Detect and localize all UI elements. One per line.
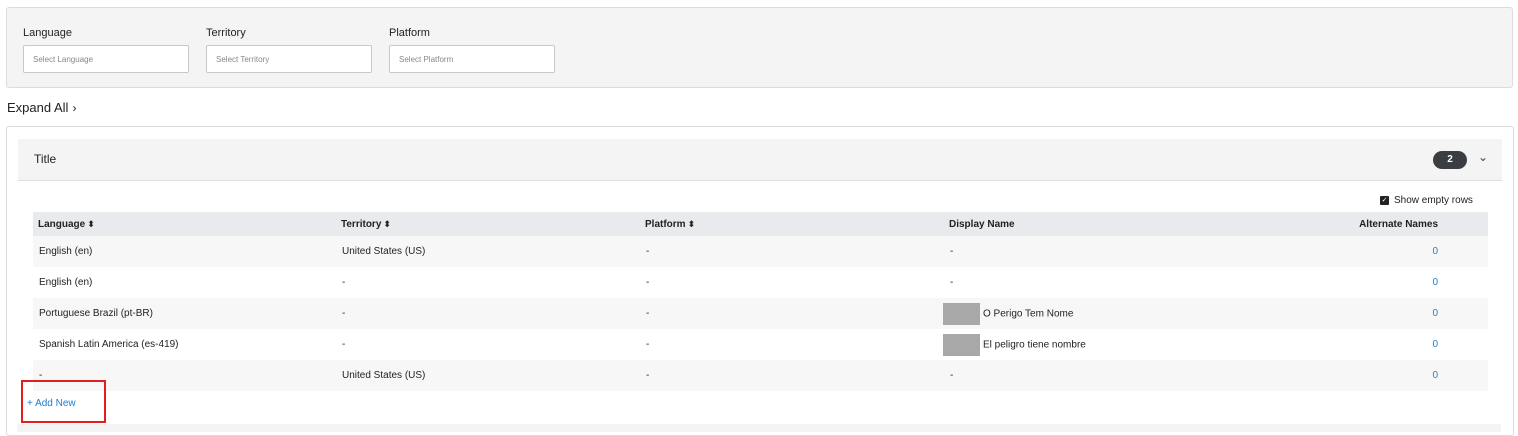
language-select[interactable] bbox=[23, 45, 189, 73]
sort-icon[interactable]: ⬍ bbox=[383, 219, 391, 229]
chevron-down-icon[interactable]: ⌄ bbox=[1478, 150, 1488, 164]
add-new-button[interactable]: + Add New bbox=[27, 398, 76, 409]
sort-icon[interactable]: ⬍ bbox=[87, 219, 95, 229]
display-name-column-header: Display Name bbox=[949, 218, 1015, 230]
language-cell: English (en) bbox=[39, 277, 93, 288]
table-row[interactable]: English (en) United States (US) - - 0 bbox=[33, 236, 1488, 267]
platform-cell: - bbox=[646, 370, 650, 381]
alternate-names-link[interactable]: 0 bbox=[1244, 329, 1488, 360]
names-table: Language ⬍ Territory ⬍ Platform ⬍ Display N… bbox=[33, 212, 1488, 391]
territory-filter: Territory bbox=[206, 27, 372, 73]
title-section-panel: Title 2 ⌄ ✓ Show empty rows Language ⬍ Ter… bbox=[6, 126, 1514, 436]
territory-cell: United States (US) bbox=[342, 246, 426, 257]
show-empty-rows-toggle[interactable]: ✓ Show empty rows bbox=[1380, 195, 1473, 206]
platform-cell: - bbox=[646, 246, 650, 257]
show-empty-rows-label: Show empty rows bbox=[1394, 195, 1473, 206]
flag-thumbnail bbox=[943, 302, 980, 325]
display-name-cell: O Perigo Tem Nome bbox=[943, 298, 1244, 329]
language-cell: Spanish Latin America (es-419) bbox=[39, 339, 179, 350]
section-header[interactable]: Title 2 ⌄ bbox=[18, 139, 1502, 181]
platform-cell: - bbox=[646, 277, 650, 288]
platform-filter-label: Platform bbox=[389, 27, 430, 39]
table-row[interactable]: - United States (US) - - 0 bbox=[33, 360, 1488, 391]
territory-cell: - bbox=[342, 277, 346, 288]
checkbox-checked-icon[interactable]: ✓ bbox=[1380, 195, 1389, 205]
language-filter-label: Language bbox=[23, 27, 72, 39]
display-name-cell: - bbox=[950, 246, 954, 257]
sort-icon[interactable]: ⬍ bbox=[688, 219, 696, 229]
territory-cell: United States (US) bbox=[342, 370, 426, 381]
display-name-cell: - bbox=[950, 277, 954, 288]
table-header-row: Language ⬍ Territory ⬍ Platform ⬍ Display N… bbox=[33, 212, 1488, 236]
territory-cell: - bbox=[342, 339, 346, 350]
language-cell: English (en) bbox=[39, 246, 93, 257]
alternate-names-link[interactable]: 0 bbox=[1244, 236, 1488, 267]
territory-cell: - bbox=[342, 308, 346, 319]
language-column-header[interactable]: Language ⬍ bbox=[33, 212, 336, 236]
expand-all-button[interactable]: Expand All › bbox=[7, 100, 76, 115]
language-cell: - bbox=[39, 370, 43, 381]
chevron-right-icon: › bbox=[72, 101, 77, 115]
count-badge: 2 bbox=[1433, 151, 1467, 169]
display-name-cell: - bbox=[950, 370, 954, 381]
platform-cell: - bbox=[646, 339, 650, 350]
flag-thumbnail bbox=[943, 333, 980, 356]
alternate-names-column-header: Alternate Names bbox=[1359, 218, 1438, 230]
alternate-names-link[interactable]: 0 bbox=[1244, 267, 1488, 298]
territory-column-header[interactable]: Territory ⬍ bbox=[336, 212, 640, 236]
platform-select[interactable] bbox=[389, 45, 555, 73]
platform-cell: - bbox=[646, 308, 650, 319]
table-row[interactable]: English (en) - - - 0 bbox=[33, 267, 1488, 298]
platform-filter: Platform bbox=[389, 27, 555, 73]
table-row[interactable]: Portuguese Brazil (pt-BR) - - O Perigo T… bbox=[33, 298, 1488, 329]
language-cell: Portuguese Brazil (pt-BR) bbox=[39, 308, 153, 319]
language-filter: Language bbox=[23, 27, 189, 73]
expand-all-label: Expand All bbox=[7, 100, 69, 115]
filter-bar: Language Territory Platform bbox=[6, 7, 1513, 88]
territory-filter-label: Territory bbox=[206, 27, 246, 39]
alternate-names-link[interactable]: 0 bbox=[1244, 360, 1488, 391]
table-row[interactable]: Spanish Latin America (es-419) - - El pe… bbox=[33, 329, 1488, 360]
display-name-cell: El peligro tiene nombre bbox=[943, 329, 1244, 360]
platform-column-header[interactable]: Platform ⬍ bbox=[640, 212, 944, 236]
alternate-names-link[interactable]: 0 bbox=[1244, 298, 1488, 329]
section-title: Title bbox=[34, 152, 57, 166]
next-section-edge bbox=[17, 424, 1501, 432]
territory-select[interactable] bbox=[206, 45, 372, 73]
